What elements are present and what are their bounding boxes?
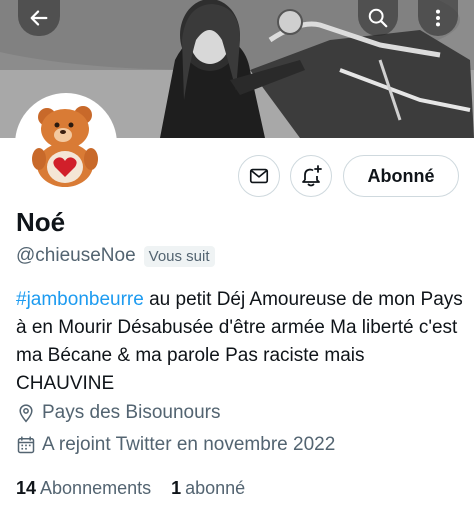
- followers-link[interactable]: 1 abonné: [171, 478, 245, 499]
- more-vertical-icon: [435, 9, 441, 27]
- joined-row: A rejoint Twitter en novembre 2022: [16, 434, 335, 456]
- profile-handle: @chieuseNoe: [16, 245, 136, 266]
- following-link[interactable]: 14 Abonnements: [16, 478, 151, 499]
- follow-stats: 14 Abonnements 1 abonné: [16, 478, 265, 499]
- avatar[interactable]: [15, 93, 117, 195]
- following-label: Abonnements: [40, 478, 152, 498]
- location-row: Pays des Bisounours: [16, 402, 221, 424]
- location-pin-icon: [19, 404, 33, 423]
- notify-button[interactable]: [290, 155, 332, 197]
- profile-name: Noé: [16, 207, 66, 237]
- mail-icon: [249, 168, 269, 184]
- calendar-icon: [17, 436, 35, 454]
- joined-text: A rejoint Twitter en novembre 2022: [42, 434, 336, 455]
- arrow-left-icon: [30, 10, 48, 26]
- bio-hashtag-link[interactable]: #jambonbeurre: [16, 289, 144, 310]
- handle-row: @chieuseNoe Vous suit: [16, 245, 215, 267]
- profile-bio: #jambonbeurre au petit Déj Amoureuse de …: [16, 286, 466, 398]
- search-icon: [368, 8, 388, 28]
- following-button[interactable]: Abonné: [343, 155, 459, 197]
- follows-you-badge: Vous suit: [143, 245, 215, 267]
- followers-label: abonné: [185, 478, 246, 498]
- following-count: 14: [16, 478, 37, 498]
- location-text: Pays des Bisounours: [42, 402, 221, 423]
- bell-plus-icon: [302, 165, 322, 187]
- care-bear-avatar: [19, 97, 113, 191]
- followers-count: 1: [171, 478, 182, 498]
- message-button[interactable]: [238, 155, 280, 197]
